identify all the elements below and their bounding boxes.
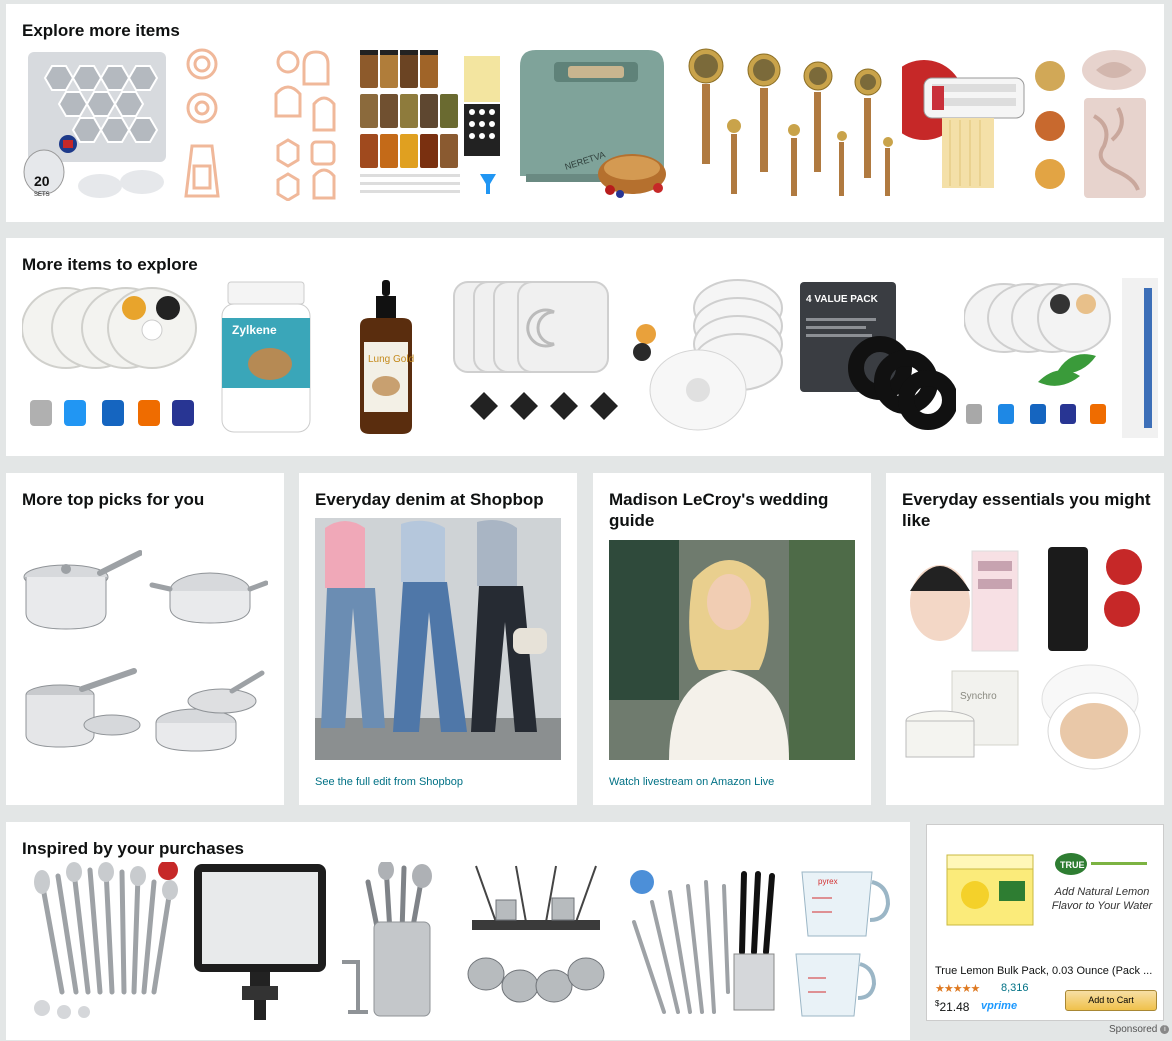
more-items-to-explore-card: More items to explore Zylkene Lung Gold … (6, 238, 1164, 456)
fountain-filters-mint-icon[interactable] (964, 278, 1114, 438)
explore-more-items-card: Explore more items 20 SETS NERETVA (6, 4, 1164, 222)
foam-filter-pack-icon[interactable]: 4 VALUE PACK (796, 278, 956, 438)
card-title: Explore more items (22, 21, 180, 40)
partial-product-icon[interactable] (1122, 278, 1158, 438)
clay-cutter-arch-shapes-icon[interactable] (268, 46, 348, 201)
svg-text:pyrex: pyrex (818, 877, 838, 886)
top-picks-card: More top picks for you (6, 473, 284, 805)
review-count[interactable]: 8,316 (1001, 982, 1029, 994)
star-rating-icon[interactable]: ★★★★★ (935, 982, 980, 995)
synchro-cream-jar-icon[interactable]: Synchro (902, 661, 1022, 773)
clay-cutter-shapes-icon[interactable] (180, 46, 260, 201)
denim-hero-image[interactable] (315, 518, 561, 760)
sponsored-label[interactable]: Sponsored i (1109, 1024, 1170, 1035)
stainless-utensil-set-icon[interactable] (624, 862, 784, 1022)
spice-jars-with-labels-icon[interactable] (356, 46, 506, 201)
stainless-pot-lid-icon[interactable] (22, 661, 142, 773)
bread-maker-icon[interactable]: NERETVA (514, 46, 674, 201)
everyday-essentials-card: Everyday essentials you might like Synch… (886, 473, 1164, 805)
card-title: Everyday denim at Shopbop (315, 490, 544, 509)
pasta-maker-attachment-icon[interactable] (902, 46, 1072, 201)
kitchen-utensil-set-icon[interactable] (22, 862, 182, 1022)
svg-text:Lung Gold: Lung Gold (368, 354, 414, 365)
inspired-by-purchases-card: Inspired by your purchases pyrex (6, 822, 910, 1040)
card-title: More items to explore (22, 255, 198, 274)
stainless-saucepan-icon[interactable] (22, 543, 142, 655)
amazon-live-link[interactable]: Watch livestream on Amazon Live (609, 776, 774, 788)
stainless-saute-pan-icon[interactable] (148, 543, 268, 655)
ad-price: $21.48 (935, 999, 970, 1014)
card-title: Madison LeCroy's wedding guide (609, 490, 829, 530)
ad-tagline: Add Natural Lemon Flavor to Your Water (1051, 886, 1153, 912)
sponsored-ad-card: TRUE LEMON Add Natural Lemon Flavor to Y… (926, 824, 1164, 1021)
sheet-mask-icon[interactable] (902, 543, 1022, 655)
svg-text:SETS: SETS (34, 192, 50, 198)
true-lemon-logo: TRUE LEMON (1053, 851, 1149, 877)
spice-jar-rack-set-icon[interactable]: 20 SETS (22, 46, 172, 201)
svg-text:4 VALUE PACK: 4 VALUE PACK (806, 294, 879, 305)
wedding-guide-card: Madison LeCroy's wedding guide Watch liv… (593, 473, 871, 805)
true-lemon-box-image[interactable] (941, 851, 1039, 931)
svg-text:Synchro: Synchro (960, 691, 997, 702)
round-fountain-filters-icon[interactable] (628, 278, 788, 438)
sets-count: 20 (34, 173, 50, 189)
hanging-pot-rack-icon[interactable] (456, 862, 616, 1022)
silicone-baroque-mold-icon[interactable] (1080, 46, 1150, 201)
card-title: Everyday essentials you might like (902, 490, 1151, 530)
svg-text:Zylkene: Zylkene (232, 323, 277, 337)
card-title: Inspired by your purchases (22, 839, 245, 858)
black-tube-cream-icon[interactable] (1028, 543, 1148, 655)
pet-fountain-filters-icon[interactable] (22, 278, 202, 438)
pyrex-measuring-cups-icon[interactable]: pyrex (792, 862, 892, 1022)
wedding-hero-image[interactable] (609, 540, 855, 760)
lung-gold-dropper-bottle-icon[interactable]: Lung Gold (330, 278, 442, 438)
info-icon[interactable]: i (1160, 1024, 1170, 1034)
shopbop-link[interactable]: See the full edit from Shopbop (315, 776, 463, 788)
prime-badge-icon: vprime (981, 1000, 1018, 1012)
add-to-cart-button[interactable]: Add to Cart (1065, 990, 1157, 1011)
led-video-light-panel-icon[interactable] (190, 862, 330, 1022)
card-title: More top picks for you (22, 490, 205, 509)
utensil-holder-crock-icon[interactable] (338, 862, 448, 1022)
zylkene-supplement-bottle-icon[interactable]: Zylkene (210, 278, 322, 438)
square-fountain-filters-icon[interactable] (450, 278, 620, 438)
stainless-skillet-lid-icon[interactable] (148, 661, 268, 773)
ad-product-name[interactable]: True Lemon Bulk Pack, 0.03 Ounce (Pack .… (935, 965, 1157, 977)
measuring-spoons-icon[interactable] (682, 46, 894, 201)
shopbop-denim-card: Everyday denim at Shopbop See the full e… (299, 473, 577, 805)
cushion-compact-icon[interactable] (1028, 661, 1148, 773)
